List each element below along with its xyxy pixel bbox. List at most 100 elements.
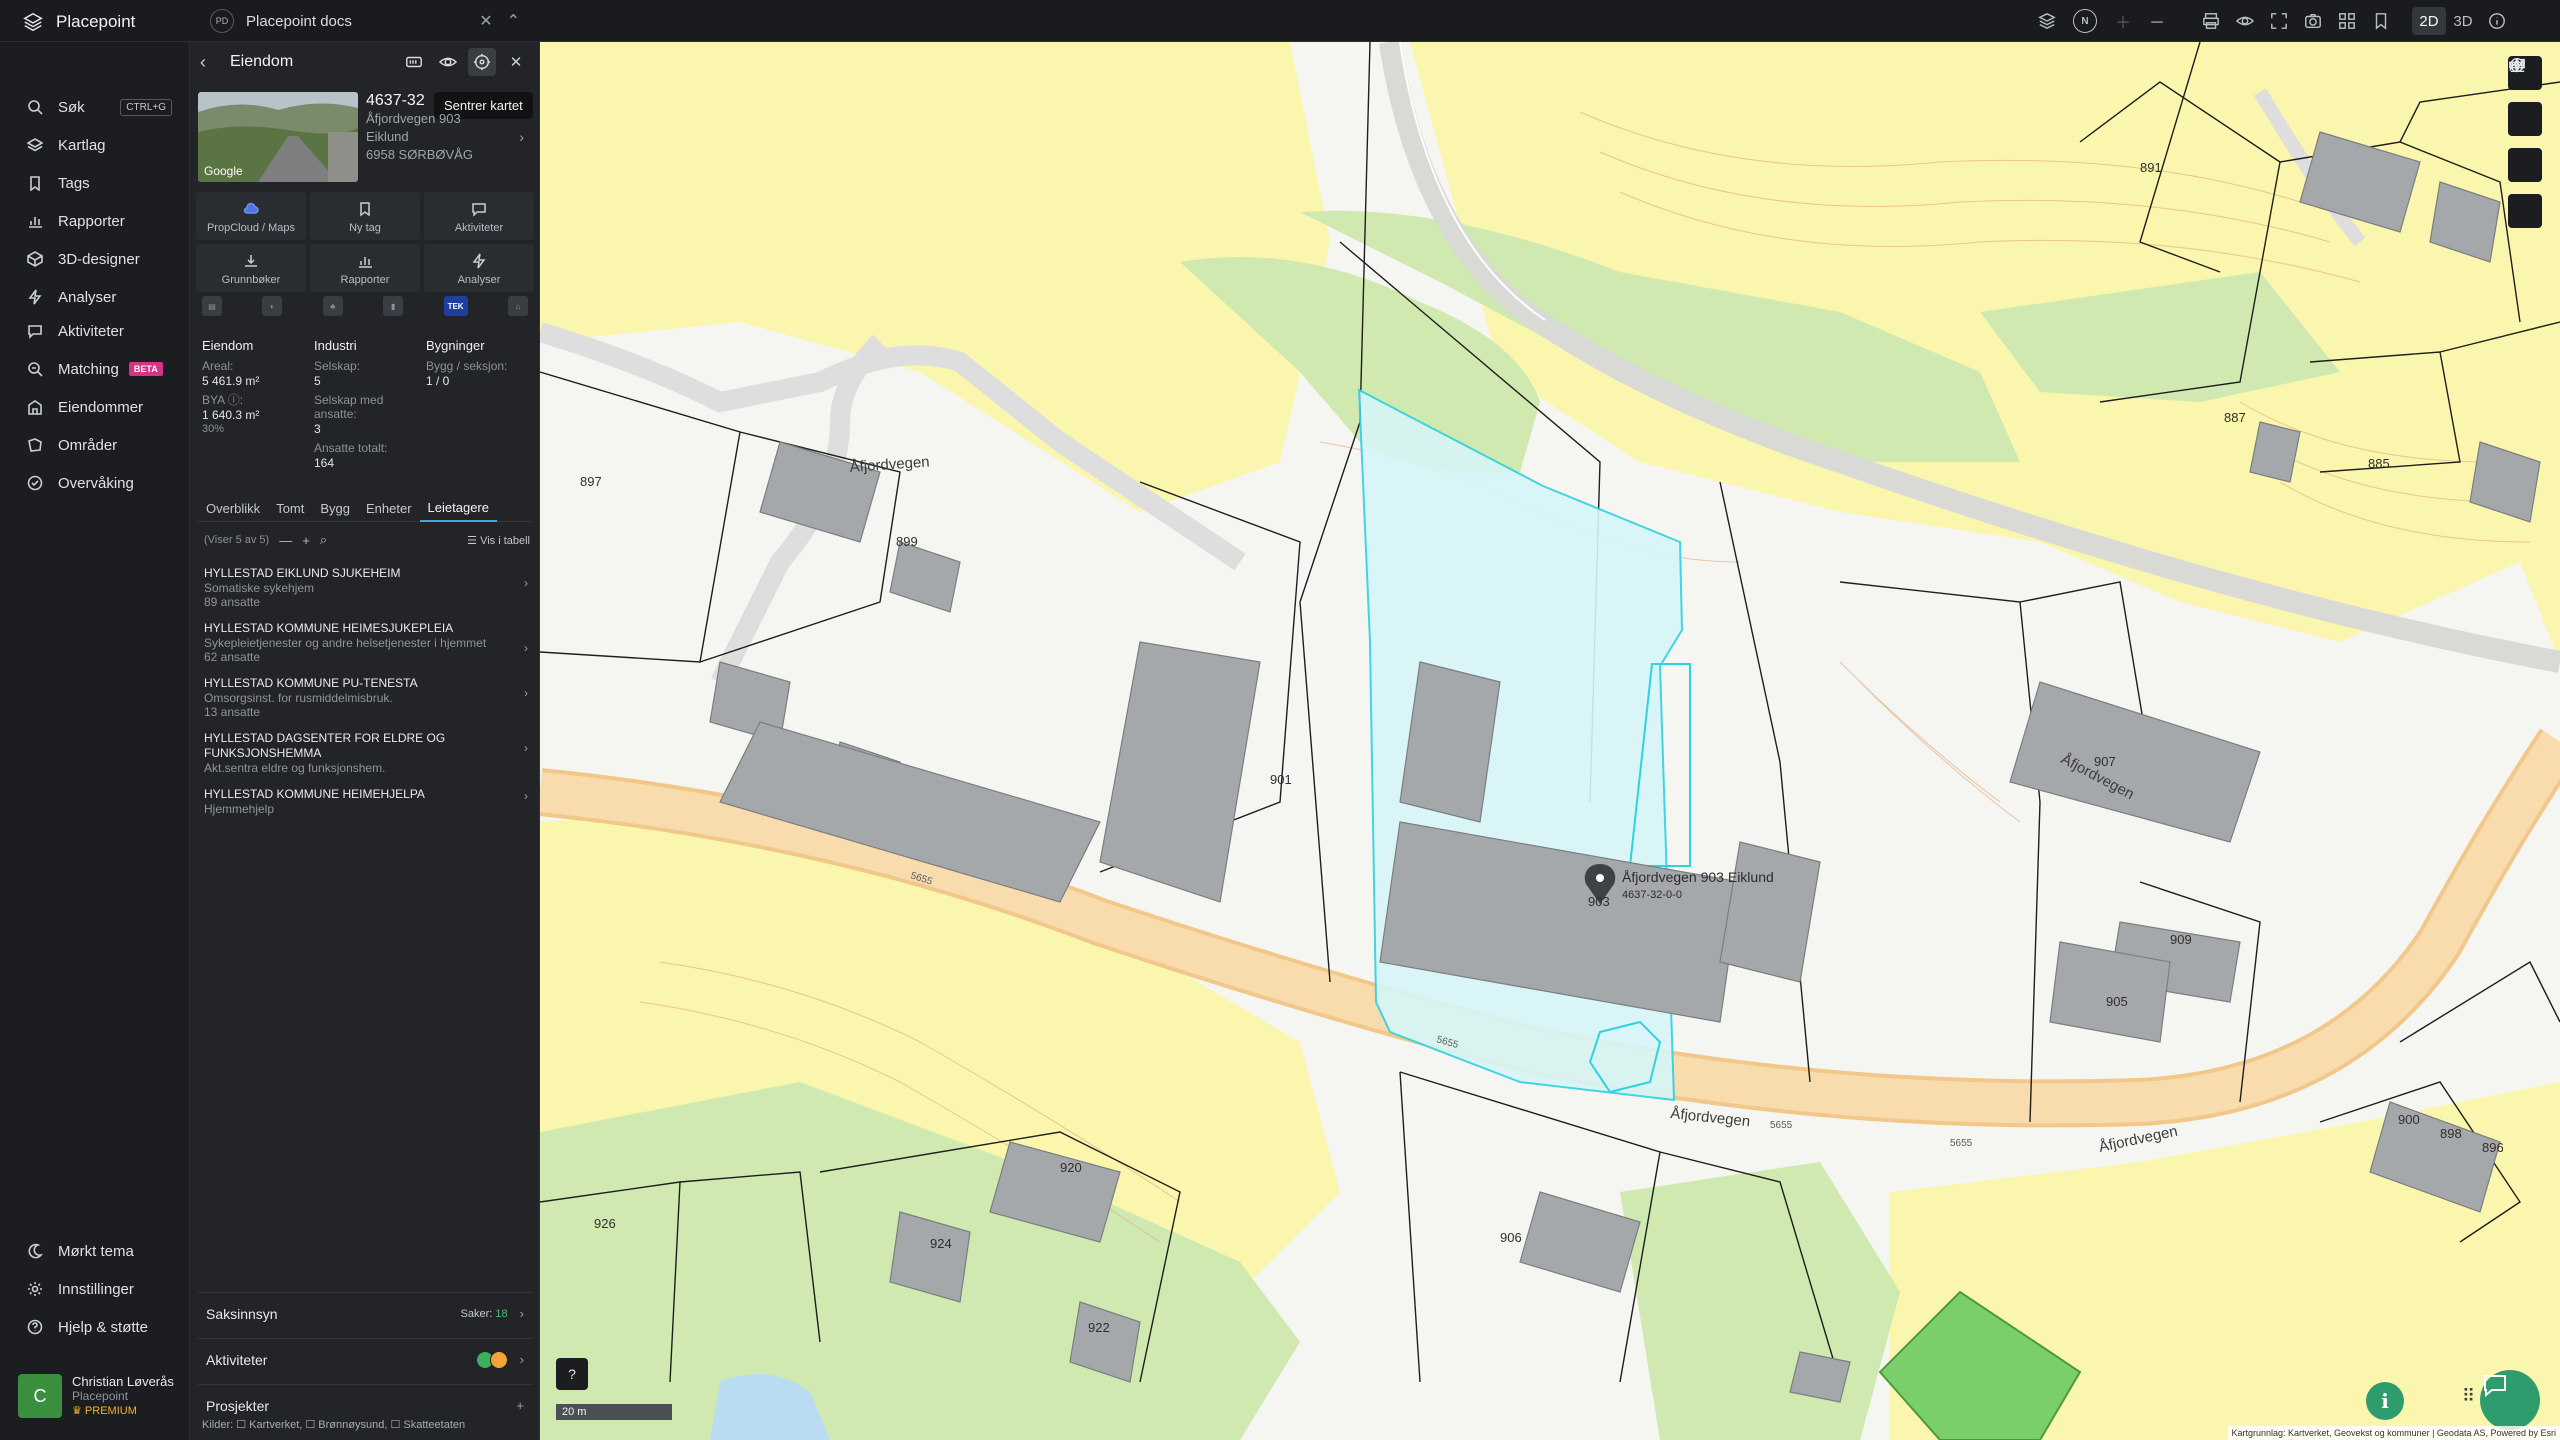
sidebar-item-overvaking[interactable]: Overvåking [0,464,190,502]
tab-tomt[interactable]: Tomt [268,494,312,522]
house-number: 899 [896,534,918,549]
map-svg[interactable]: Åfjordvegen 903 Eiklund 4637-32-0-0 Åfjo… [540,42,2560,1440]
badge-icon[interactable] [400,48,428,76]
view-table-button[interactable]: ☰ Vis i tabell [467,534,530,547]
sidebar-item-settings[interactable]: Innstillinger [0,1270,190,1308]
drag-grip-icon[interactable]: ⠿ [2462,1386,2475,1407]
sidebar-item-rapporter[interactable]: Rapporter [0,202,190,240]
tek-badge[interactable]: TEK [443,296,468,316]
key-facts: Eiendom Areal: 5 461.9 m² BYA ⓘ: 1 640.3… [202,338,532,475]
new-tag-button[interactable]: Ny tag [310,192,420,240]
action-label: Grunnbøker [221,273,281,286]
property-place: Eiklund [366,129,409,144]
moon-icon [26,1242,44,1260]
property-card[interactable]: Google 4637-32 Åfjordvegen 903 Eiklund 6… [198,92,532,182]
sidebar-item-dark-theme[interactable]: Mørkt tema [0,1232,190,1270]
user-name: Christian Løverås [72,1373,174,1389]
profile-button[interactable] [2508,58,2542,228]
tab-overblikk[interactable]: Overblikk [198,494,268,522]
measure-button[interactable] [2508,61,2542,136]
sidebar-item-matching[interactable]: Matching BETA [0,350,190,388]
source-icon-1[interactable]: ▤ [202,296,222,316]
source-icon-5[interactable]: ⌂ [507,296,528,316]
layers-3d-icon[interactable] [2030,0,2064,42]
sidebar-item-label: Områder [58,436,118,454]
street-view-image[interactable]: Google [198,92,358,182]
info-circle-icon[interactable] [2480,0,2514,42]
fullscreen-icon[interactable] [2262,0,2296,42]
map-help-button[interactable]: ? [556,1358,588,1390]
list-item[interactable]: HYLLESTAD KOMMUNE PU-TENESTA Omsorgsinst… [204,672,532,727]
bookmark-icon[interactable] [2364,0,2398,42]
zoom-out-icon[interactable]: － [2140,0,2174,42]
source-icon-2[interactable]: ◐ [262,296,283,316]
back-icon[interactable]: ‹ [200,52,224,73]
qr-icon[interactable] [2330,0,2364,42]
sidebar-item-aktiviteter[interactable]: Aktiviteter [0,312,190,350]
user-profile[interactable]: C Christian Løverås Placepoint ♛ PREMIUM [18,1370,178,1422]
sidebar-item-help[interactable]: Hjelp & støtte [0,1308,190,1346]
source-icon-3[interactable]: ♣ [322,296,343,316]
list-item[interactable]: HYLLESTAD EIKLUND SJUKEHEIM Somatiske sy… [204,562,532,617]
sidebar-item-3d-designer[interactable]: 3D-designer [0,240,190,278]
house-number: 901 [1270,772,1292,787]
expand-collapse-icon[interactable]: ⌃ [507,11,520,31]
sidebar-item-eiendommer[interactable]: Eiendommer [0,388,190,426]
close-icon[interactable]: ✕ [479,11,492,31]
list-icon: ☰ [467,534,481,547]
sidebar-item-tags[interactable]: Tags [0,164,190,202]
house-number: 926 [594,1216,616,1231]
list-item[interactable]: HYLLESTAD KOMMUNE HEIMEHJELPA Hjemmehjel… [204,783,532,824]
tab-bygg[interactable]: Bygg [312,494,358,522]
sidebar-item-search[interactable]: Søk CTRL+G [0,88,190,126]
property-id: 4637-32 [366,92,425,109]
analyses-button[interactable]: Analyser [424,244,534,292]
chat-support-button[interactable] [2480,1370,2540,1430]
list-item[interactable]: HYLLESTAD DAGSENTER FOR ELDRE OG FUNKSJO… [204,727,532,783]
collapse-icon[interactable]: — [279,533,292,548]
view-3d-toggle[interactable]: 3D [2446,0,2480,42]
saksinnsyn-section[interactable]: Saksinnsyn Saker: 18 › [198,1292,532,1334]
house-number: 907 [2094,754,2116,769]
eye-icon[interactable] [2228,0,2262,42]
compass-north-button[interactable]: N [2064,0,2106,42]
chevron-right-icon: › [519,1306,524,1321]
center-map-button[interactable] [468,48,496,76]
aktiviteter-section[interactable]: Aktiviteter › [198,1338,532,1380]
zoom-in-icon[interactable]: ＋ [2106,0,2140,42]
info-button[interactable]: i [2366,1382,2404,1420]
search-icon [26,98,44,116]
reports-button[interactable]: Rapporter [310,244,420,292]
tab-leietagere[interactable]: Leietagere [419,494,497,522]
print-icon[interactable] [2194,0,2228,42]
propcloud-button[interactable]: PropCloud / Maps [196,192,306,240]
sidebar-item-analyser[interactable]: Analyser [0,278,190,316]
bolt-icon [471,251,487,271]
chevron-right-icon[interactable]: › [519,128,524,146]
doc-tab[interactable]: PD Placepoint docs ✕ ⌃ [200,4,530,38]
map-canvas[interactable]: Åfjordvegen 903 Eiklund 4637-32-0-0 Åfjo… [540,42,2560,1440]
panel-tabs: Overblikk Tomt Bygg Enheter Leietagere [198,494,532,522]
view-2d-toggle[interactable]: 2D [2412,7,2446,35]
action-grid: PropCloud / Maps Ny tag Aktiviteter Grun… [196,192,534,292]
list-item[interactable]: HYLLESTAD KOMMUNE HEIMESJUKEPLEIA Sykepl… [204,617,532,672]
house-number: 903 [1588,894,1610,909]
camera-icon[interactable] [2296,0,2330,42]
add-icon[interactable]: + [516,1398,524,1413]
fact-sub: 30% [202,423,225,435]
brand[interactable]: Placepoint [22,10,135,34]
land-register-button[interactable]: Grunnbøker [196,244,306,292]
tenant-industry: Sykepleietjenester og andre helsetjenest… [204,636,487,650]
sidebar-item-omrader[interactable]: Områder [0,426,190,464]
activities-button[interactable]: Aktiviteter [424,192,534,240]
sidebar-item-kartlag[interactable]: Kartlag [0,126,190,164]
source-icon-4[interactable]: ▮ [383,296,404,316]
add-icon[interactable]: + [302,533,310,548]
close-icon[interactable]: ✕ [502,48,530,76]
search-icon[interactable]: ⌕ [320,532,327,548]
eye-icon[interactable] [434,48,462,76]
tab-enheter[interactable]: Enheter [358,494,420,522]
chat-icon [26,322,44,340]
house-number: 906 [1500,1230,1522,1245]
chart-button[interactable] [2508,60,2542,182]
